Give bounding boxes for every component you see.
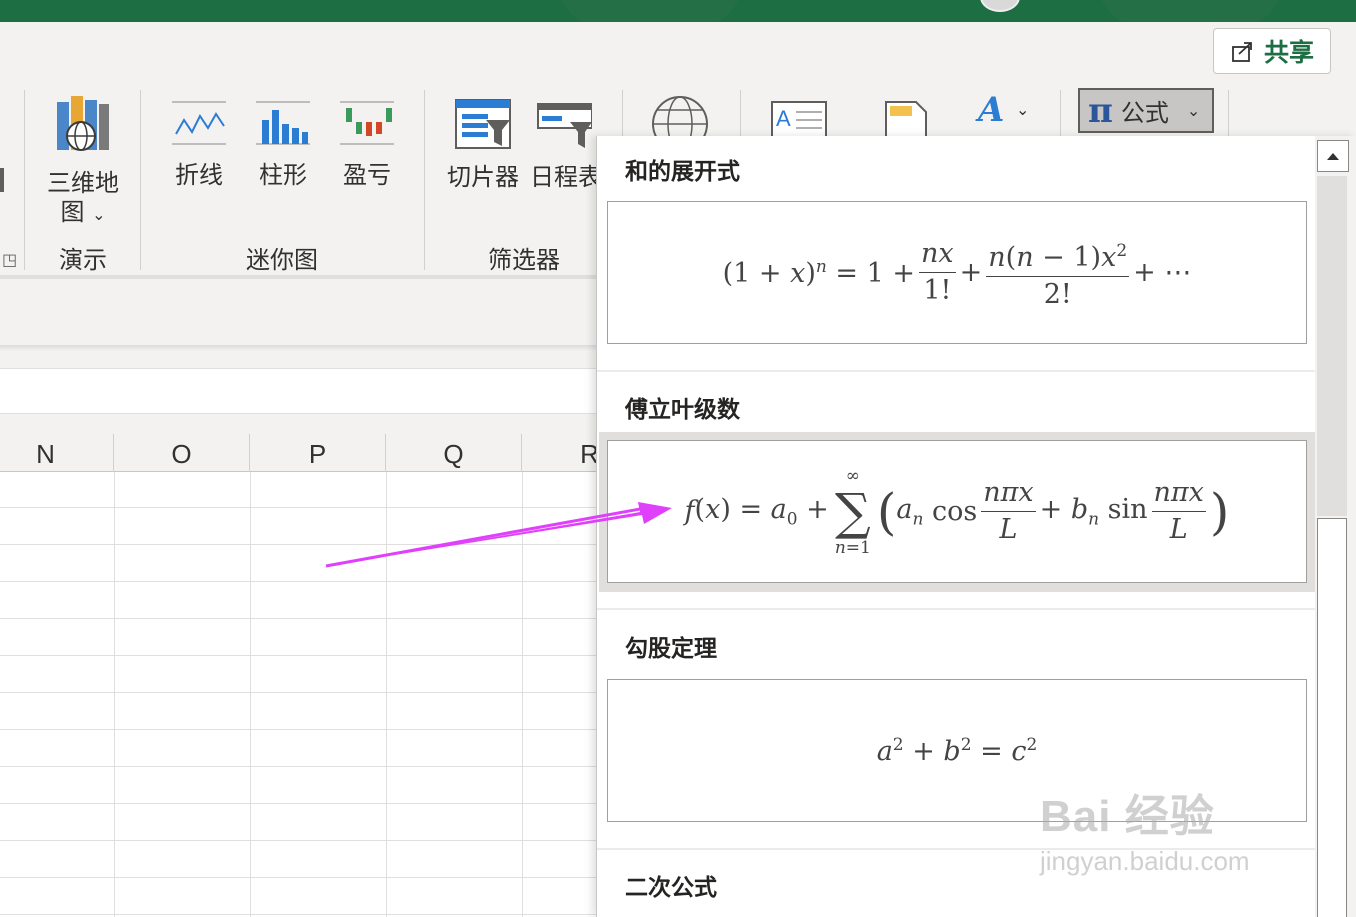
dialog-launcher-icon[interactable]: ◳ <box>2 250 17 269</box>
formula-dropdown-label: 公式 <box>1120 99 1169 127</box>
chevron-down-icon: ⌄ <box>1186 101 1201 120</box>
ribbon-separator <box>740 90 741 140</box>
gallery-divider <box>597 608 1315 610</box>
column-header-p[interactable]: P <box>250 434 386 472</box>
formula-bar[interactable] <box>0 368 600 414</box>
ribbon-separator <box>424 90 425 270</box>
scroll-up-button[interactable] <box>1317 140 1349 172</box>
triangle-up-icon <box>1327 153 1339 160</box>
ribbon-separator <box>24 90 25 270</box>
sparkline-winloss-button[interactable]: 盈亏 <box>336 98 398 190</box>
gallery-item-fourier[interactable]: f (x) = a0 + ∞ ∑ n=1 (an cos nπx L + bn sin … <box>607 440 1307 583</box>
timeline-label: 日程表 <box>530 163 600 191</box>
title-bar <box>0 0 1356 22</box>
column-headers: N O P Q R <box>0 434 658 472</box>
watermark-url: jingyan.baidu.com <box>1040 846 1250 876</box>
timeline-button[interactable]: 日程表 <box>530 98 600 192</box>
ribbon-separator <box>1060 90 1061 140</box>
cell-grid[interactable] <box>0 472 600 917</box>
title-decoration <box>560 0 740 22</box>
svg-text:A: A <box>776 106 791 131</box>
scrollbar-thumb[interactable] <box>1317 518 1347 917</box>
gallery-item-title: 勾股定理 <box>625 636 717 662</box>
3d-map-icon <box>57 96 109 151</box>
slicer-button[interactable]: 切片器 <box>442 98 524 192</box>
share-button[interactable]: 共享 <box>1213 28 1331 74</box>
sparkline-winloss-label: 盈亏 <box>343 161 391 189</box>
gallery-item-binomial[interactable]: (1 + x)n = 1 + nx 1! + n(n − 1)x2 2! + ⋯ <box>607 201 1307 344</box>
ribbon-shadow <box>0 345 600 351</box>
link-globe-icon[interactable] <box>650 94 710 136</box>
share-icon <box>1232 42 1252 62</box>
chevron-down-icon: ⌄ <box>1016 100 1030 119</box>
column-header-o[interactable]: O <box>114 434 250 472</box>
3d-map-button[interactable]: 三维地 图 ⌄ <box>40 94 126 229</box>
column-header-q[interactable]: Q <box>386 434 522 472</box>
sparkline-column-icon <box>256 101 310 145</box>
gallery-item-title: 二次公式 <box>625 875 717 901</box>
group-label-demo: 演示 <box>59 246 107 274</box>
header-footer-icon[interactable] <box>884 100 928 136</box>
user-avatar[interactable] <box>980 0 1020 12</box>
formula-dropdown-button[interactable]: π 公式 ⌄ <box>1078 88 1214 133</box>
ribbon-separator <box>622 90 623 140</box>
group-label-sparklines: 迷你图 <box>246 246 318 274</box>
wordart-icon[interactable]: A <box>978 90 1004 130</box>
sparkline-column-button[interactable]: 柱形 <box>252 98 314 190</box>
ribbon-lower-area <box>0 279 600 345</box>
chevron-down-icon: ⌄ <box>92 205 106 224</box>
title-decoration <box>1100 0 1280 22</box>
timeline-icon <box>537 103 593 148</box>
sparkline-column-label: 柱形 <box>259 161 307 189</box>
slicer-icon <box>455 99 511 149</box>
3d-map-label: 三维地 <box>47 169 119 197</box>
column-header-n[interactable]: N <box>0 434 114 472</box>
textbox-icon[interactable]: A <box>770 100 828 136</box>
ribbon-edge-mark <box>0 168 4 192</box>
slicer-label: 切片器 <box>447 163 519 191</box>
gallery-item-title: 和的展开式 <box>625 159 740 185</box>
sparkline-winloss-icon <box>340 101 394 145</box>
gallery-item-title: 傅立叶级数 <box>625 397 740 423</box>
watermark-brand: Bai 经验 <box>1040 792 1215 841</box>
group-label-filters: 筛选器 <box>488 246 560 274</box>
gallery-divider <box>597 370 1315 372</box>
3d-map-label-line2: 图 <box>60 198 85 226</box>
pi-icon: π <box>1088 90 1113 131</box>
sparkline-line-button[interactable]: 折线 <box>168 98 230 190</box>
sparkline-line-label: 折线 <box>175 161 223 189</box>
baidu-watermark: Bai 经验 jingyan.baidu.com <box>1040 780 1250 877</box>
sparkline-line-icon <box>172 101 226 145</box>
ribbon-separator <box>1228 90 1229 140</box>
scrollbar-track[interactable] <box>1317 176 1347 516</box>
share-label: 共享 <box>1263 38 1314 67</box>
ribbon-separator <box>140 90 141 270</box>
